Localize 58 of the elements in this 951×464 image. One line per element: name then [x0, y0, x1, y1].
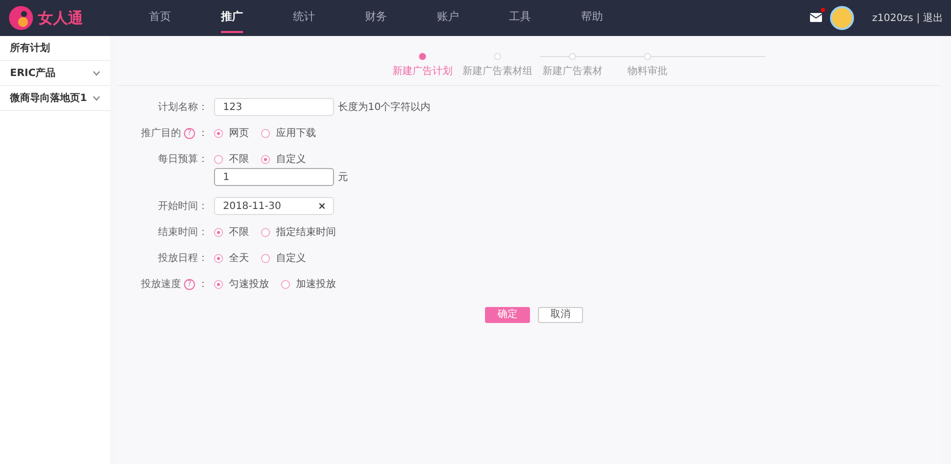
- radio-button[interactable]: [214, 154, 223, 164]
- step-label: 新建广告素材组: [462, 64, 534, 79]
- nav-tab[interactable]: 推广: [205, 0, 259, 36]
- radio-option[interactable]: 匀速投放: [214, 276, 269, 292]
- radio-option[interactable]: 网页: [214, 126, 249, 140]
- radio-button[interactable]: [261, 154, 270, 164]
- nav-tab[interactable]: 统计: [277, 0, 331, 36]
- hint-text: 长度为10个字符以内: [338, 100, 431, 114]
- user-logout-text[interactable]: z1020zs | 退出: [872, 10, 943, 26]
- date-value: 2018-11-30: [223, 200, 282, 214]
- radio-option[interactable]: 加速投放: [281, 276, 336, 292]
- radio-button[interactable]: [261, 128, 270, 138]
- field-label: 投放日程：: [158, 252, 208, 266]
- radio-option[interactable]: 全天: [214, 250, 249, 266]
- field-label: 每日预算：: [158, 152, 208, 166]
- radio-button[interactable]: [281, 280, 290, 288]
- radio-button[interactable]: [214, 280, 223, 288]
- mail-icon[interactable]: [810, 13, 822, 22]
- radio-option[interactable]: 不限: [214, 152, 249, 166]
- field-label: 开始时间：: [158, 200, 208, 214]
- logo-icon: [8, 5, 34, 31]
- field-label: 投放速度: [141, 278, 181, 292]
- avatar[interactable]: [830, 6, 854, 30]
- colon: ：: [198, 126, 208, 140]
- nav-tab[interactable]: 财务: [349, 0, 403, 36]
- date-field[interactable]: 2018-11-30: [214, 197, 334, 215]
- nav-tab[interactable]: 首页: [133, 0, 187, 36]
- radio-option[interactable]: 应用下载: [261, 126, 316, 140]
- nav-tab[interactable]: 工具: [493, 0, 547, 36]
- text-field[interactable]: 123: [214, 98, 334, 116]
- radio-button[interactable]: [214, 254, 223, 262]
- clear-icon[interactable]: [319, 203, 325, 209]
- radio-option[interactable]: 指定结束时间: [261, 224, 336, 240]
- radio-button[interactable]: [214, 128, 223, 138]
- colon: ：: [198, 278, 208, 292]
- chevron-down-icon[interactable]: [93, 96, 100, 100]
- radio-button[interactable]: [261, 254, 270, 262]
- field-label: 结束时间：: [158, 226, 208, 240]
- sidebar-item[interactable]: 所有计划: [10, 40, 50, 56]
- unit-label: 元: [338, 170, 348, 184]
- radio-option[interactable]: 不限: [214, 224, 249, 240]
- chevron-down-icon[interactable]: [93, 70, 100, 76]
- radio-button[interactable]: [214, 228, 223, 236]
- step-label: 新建广告素材: [542, 64, 604, 79]
- step-label: 物料审批: [626, 64, 668, 79]
- sidebar-item[interactable]: 微商导向落地页1: [10, 90, 87, 106]
- radio-option[interactable]: 自定义: [261, 152, 306, 166]
- nav-tab[interactable]: 帮助: [565, 0, 619, 36]
- nav-tab[interactable]: 账户: [421, 0, 475, 36]
- step-label: 新建广告计划: [392, 64, 454, 79]
- radio-button[interactable]: [261, 228, 270, 236]
- sidebar-item[interactable]: ERIC产品: [10, 66, 56, 80]
- radio-option[interactable]: 自定义: [261, 250, 306, 266]
- field-label: 计划名称：: [158, 100, 208, 114]
- logo-text: 女人通: [38, 8, 83, 29]
- amount-field[interactable]: 1: [214, 168, 334, 186]
- cancel-button[interactable]: 取消: [538, 307, 583, 323]
- field-label: 推广目的: [141, 126, 181, 140]
